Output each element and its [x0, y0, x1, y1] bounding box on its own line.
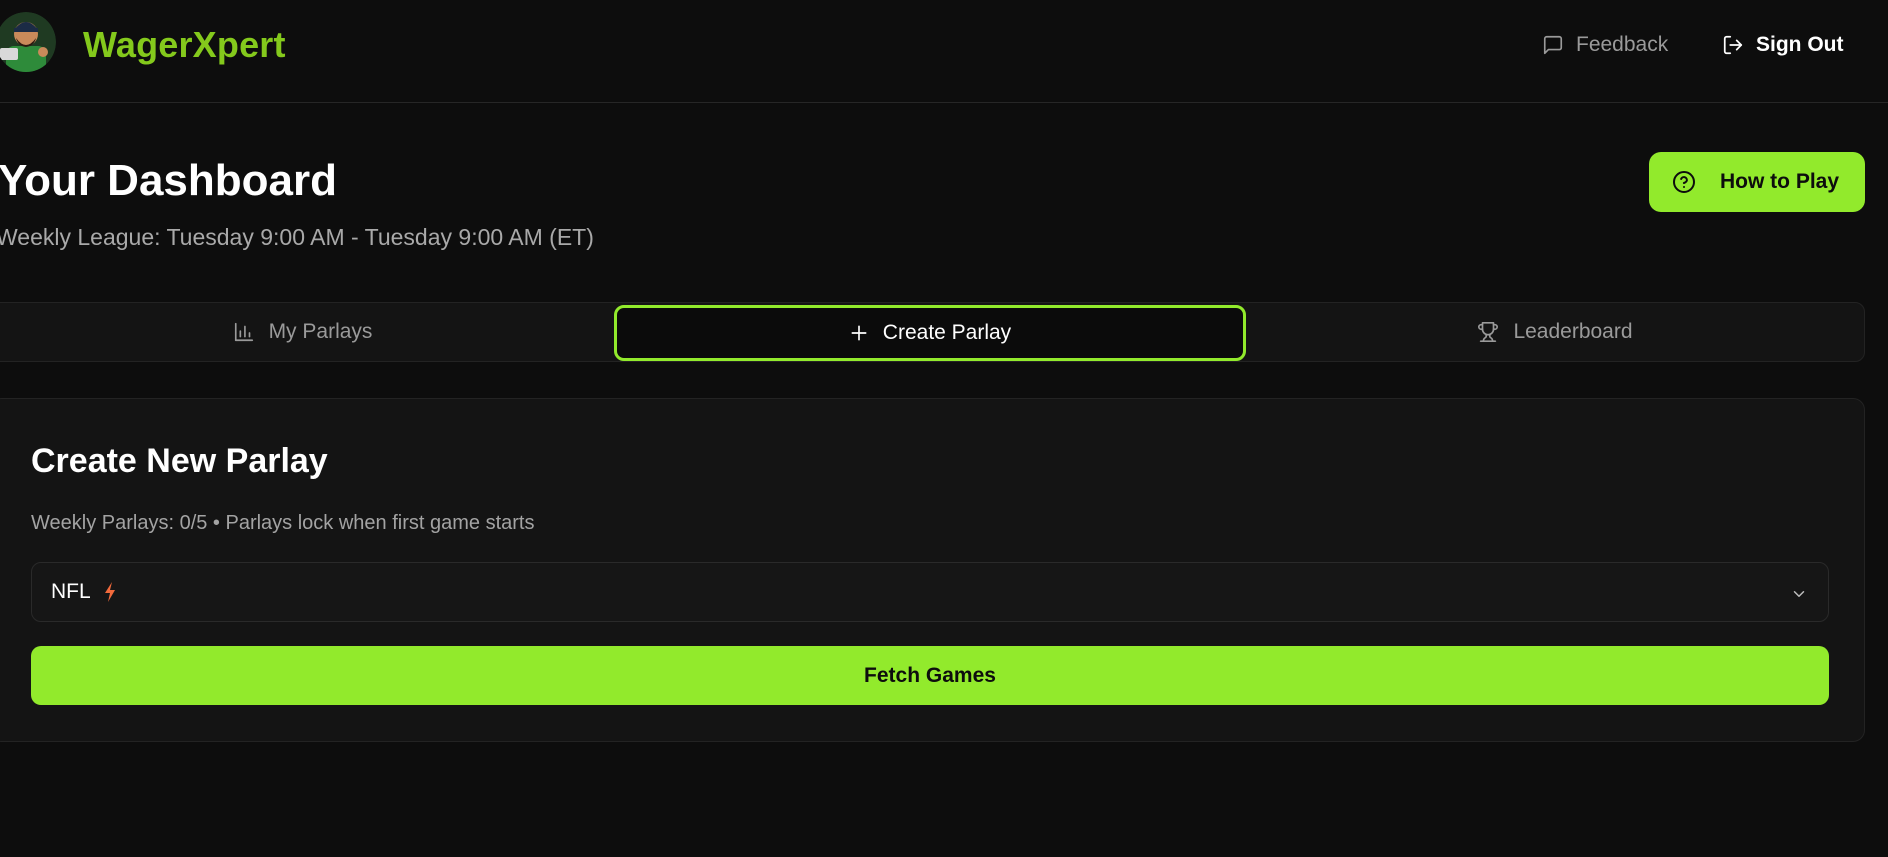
- brand-name[interactable]: WagerXpert: [83, 24, 286, 66]
- sign-out-label: Sign Out: [1756, 33, 1844, 56]
- top-navigation-bar: WagerXpert Feedback Sign Out: [0, 0, 1888, 103]
- league-schedule-text: Weekly League: Tuesday 9:00 AM - Tuesday…: [0, 224, 594, 250]
- page-title: Your Dashboard: [0, 156, 338, 205]
- how-to-play-label: How to Play: [1720, 170, 1840, 193]
- tab-leaderboard-label: Leaderboard: [1513, 320, 1633, 343]
- message-square-icon: [1543, 35, 1563, 55]
- tab-create-parlay[interactable]: Create Parlay: [614, 305, 1246, 361]
- feedback-label: Feedback: [1576, 33, 1669, 56]
- feedback-button[interactable]: Feedback: [1542, 28, 1668, 62]
- weekly-parlays-status: Weekly Parlays: 0/5 • Parlays lock when …: [31, 512, 535, 534]
- tab-my-parlays[interactable]: My Parlays: [1, 303, 604, 361]
- chevron-down-icon: [1793, 591, 1805, 597]
- how-to-play-button[interactable]: How to Play: [1649, 152, 1865, 212]
- mascot-logo-icon[interactable]: [0, 12, 56, 72]
- tab-my-parlays-label: My Parlays: [268, 320, 373, 343]
- trophy-icon: [1478, 322, 1499, 342]
- help-circle-icon: [1673, 171, 1695, 193]
- bar-chart-icon: [234, 322, 253, 342]
- sport-select[interactable]: NFL: [31, 562, 1829, 622]
- fetch-games-button[interactable]: Fetch Games: [31, 646, 1829, 705]
- dashboard-tabs: My Parlays Create Parlay Leaderboard: [0, 302, 1865, 362]
- tab-leaderboard[interactable]: Leaderboard: [1245, 303, 1865, 361]
- create-parlay-card: Create New Parlay Weekly Parlays: 0/5 • …: [0, 398, 1865, 742]
- tab-create-parlay-label: Create Parlay: [882, 321, 1012, 344]
- lightning-bolt-icon: [103, 581, 117, 603]
- sign-out-button[interactable]: Sign Out: [1722, 28, 1844, 62]
- log-out-icon: [1723, 35, 1743, 55]
- create-parlay-title: Create New Parlay: [31, 442, 328, 480]
- plus-icon: [851, 325, 867, 341]
- sport-select-value: NFL: [51, 580, 91, 603]
